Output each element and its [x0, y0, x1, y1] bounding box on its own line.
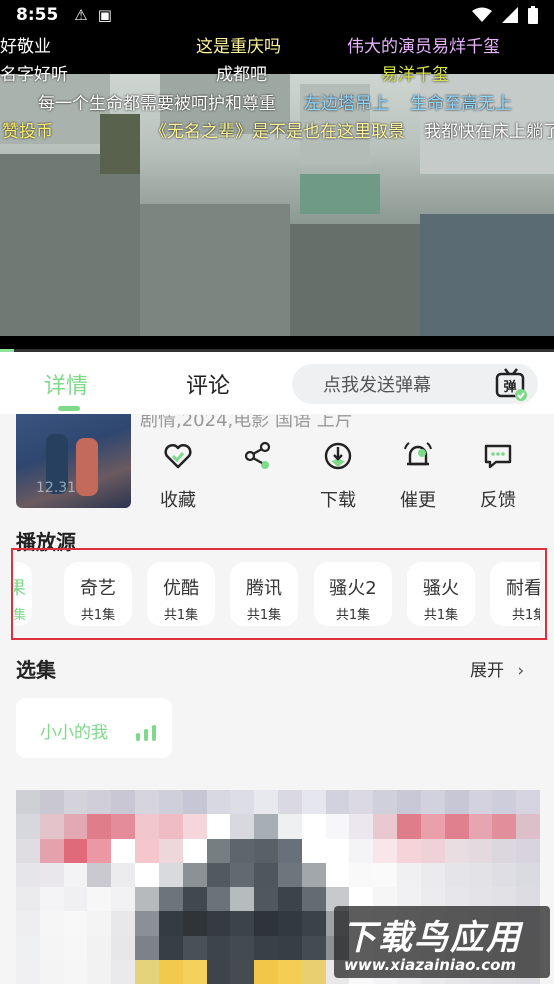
- danmaku-item: 这是重庆吗: [196, 37, 281, 57]
- detail-tab-bar: 详情 评论 点我发送弹幕 弹: [0, 352, 554, 414]
- danmaku-input[interactable]: 点我发送弹幕 弹: [292, 364, 538, 404]
- download-icon: [324, 442, 352, 470]
- wifi-icon: [472, 7, 492, 22]
- chevron-right-icon: ›: [517, 661, 525, 681]
- notification-icon: ▣: [97, 6, 112, 24]
- danmaku-item: 易洋千玺: [381, 65, 449, 85]
- share-icon: [244, 441, 271, 469]
- danmaku-item: 赞投币: [2, 122, 53, 142]
- app-screen: 8:55 ⚠ ▣ 好敬业 这是重庆吗 伟大的演员易烊千玺 名字好听 成都吧 易洋…: [0, 0, 554, 984]
- watermark-main: 下载鸟应用: [342, 918, 522, 958]
- status-bar: 8:55 ⚠ ▣: [0, 0, 554, 30]
- danmaku-item: 我都快在床上躺了: [424, 122, 554, 142]
- danmaku-item: 成都吧: [216, 65, 267, 85]
- danmaku-item: 左边塔吊上: [304, 94, 389, 114]
- favorite-button[interactable]: 收藏: [148, 440, 208, 512]
- highlight-outline: [11, 548, 547, 640]
- episode-item[interactable]: 小小的我: [16, 698, 172, 758]
- episode-title: 小小的我: [40, 723, 108, 743]
- movie-poster[interactable]: 12.31: [16, 414, 131, 508]
- share-button[interactable]: [228, 440, 288, 486]
- favorite-label: 收藏: [160, 490, 196, 511]
- warning-icon: ⚠: [74, 6, 88, 24]
- danmaku-item: 名字好听: [0, 65, 68, 85]
- danmaku-item: 生命至高无上: [410, 94, 512, 114]
- expand-button[interactable]: 展开 ›: [470, 656, 524, 681]
- feedback-icon: [484, 444, 512, 469]
- danmaku-item: 伟大的演员易烊千玺: [347, 37, 500, 57]
- feedback-button[interactable]: 反馈: [468, 440, 528, 512]
- battery-icon: [528, 6, 538, 24]
- tab-comment[interactable]: 评论: [186, 368, 230, 400]
- danmaku-item: 好敬业: [0, 37, 51, 57]
- danmaku-item: 每一个生命都需要被呵护和尊重: [38, 94, 276, 114]
- bell-icon: [404, 442, 432, 466]
- download-button[interactable]: 下载: [308, 440, 368, 512]
- video-player[interactable]: 好敬业 这是重庆吗 伟大的演员易烊千玺 名字好听 成都吧 易洋千玺 每一个生命都…: [0, 30, 554, 352]
- heart-icon: [164, 443, 192, 469]
- watermark-logo: 下载鸟应用 www.xiazainiao.com: [334, 906, 550, 978]
- urge-update-label: 催更: [400, 490, 436, 511]
- tab-detail[interactable]: 详情: [44, 368, 88, 400]
- svg-text:弹: 弹: [503, 379, 516, 395]
- status-time: 8:55: [16, 5, 59, 25]
- danmaku-input-placeholder: 点我发送弹幕: [323, 375, 431, 396]
- danmaku-item: 《无名之辈》是不是也在这里取景: [150, 122, 405, 142]
- feedback-label: 反馈: [480, 490, 516, 511]
- signal-icon: [502, 7, 518, 23]
- playing-indicator-icon: [136, 722, 160, 741]
- watermark-url: www.xiazainiao.com: [344, 956, 517, 974]
- download-label: 下载: [320, 490, 356, 511]
- expand-label: 展开: [470, 661, 504, 681]
- urge-update-button[interactable]: 催更: [388, 440, 448, 512]
- tab-indicator: [58, 406, 80, 411]
- episode-section-title: 选集: [16, 658, 56, 682]
- danmaku-toggle-icon[interactable]: 弹: [494, 367, 528, 401]
